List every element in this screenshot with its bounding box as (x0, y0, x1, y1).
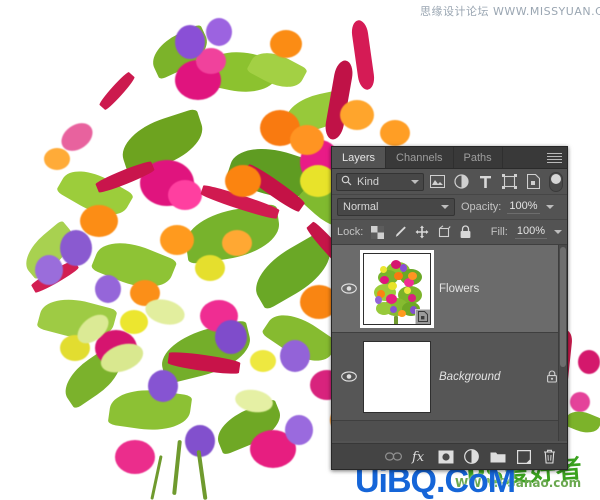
type-layer-filter-icon[interactable] (475, 172, 496, 192)
layer-row-flowers[interactable]: Flowers (332, 245, 567, 333)
svg-text:fx: fx (411, 450, 425, 464)
panel-tab-bar[interactable]: Layers Channels Paths (332, 147, 567, 169)
lock-artboard-nesting-icon[interactable] (436, 225, 451, 240)
tab-channels[interactable]: Channels (386, 147, 454, 168)
add-layer-mask-icon[interactable] (437, 448, 454, 465)
layer-row-background[interactable]: Background (332, 333, 567, 421)
fill-value[interactable]: 100% (514, 225, 547, 239)
eye-visibility-icon[interactable] (338, 371, 360, 382)
fill-chevron-down-icon[interactable] (554, 230, 562, 234)
search-icon (341, 175, 352, 189)
delete-layer-icon[interactable] (541, 448, 558, 465)
blend-mode-select[interactable]: Normal (337, 198, 455, 216)
blend-mode-value: Normal (343, 201, 379, 213)
opacity-label: Opacity: (461, 201, 502, 213)
filter-kind-select[interactable]: Kind (336, 172, 424, 191)
layer-list[interactable]: Flowers Background (332, 245, 567, 441)
chevron-down-icon[interactable] (441, 205, 449, 209)
adjustment-layer-filter-icon[interactable] (451, 172, 472, 192)
lock-all-icon[interactable] (458, 225, 473, 240)
blend-mode-row[interactable]: Normal Opacity: 100% (332, 195, 567, 220)
filter-enable-toggle[interactable] (549, 171, 563, 192)
layer-list-scrollbar[interactable] (558, 245, 567, 441)
layer-name-flowers[interactable]: Flowers (439, 283, 561, 295)
flowers-layer-thumbnail[interactable] (363, 252, 431, 325)
scrollbar-thumb[interactable] (560, 247, 566, 367)
tab-paths[interactable]: Paths (454, 147, 503, 168)
shape-layer-filter-icon[interactable] (499, 172, 520, 192)
fill-label: Fill: (490, 226, 508, 238)
smart-object-filter-icon[interactable] (523, 172, 544, 192)
new-adjustment-layer-icon[interactable] (463, 448, 480, 465)
lock-position-icon[interactable] (414, 225, 429, 240)
pixel-layer-filter-icon[interactable] (427, 172, 448, 192)
layer-name-background[interactable]: Background (439, 371, 543, 383)
chevron-down-icon[interactable] (411, 179, 419, 184)
white-background-thumbnail[interactable] (363, 340, 431, 413)
layers-panel[interactable]: Layers Channels Paths Kind Normal Opacit… (331, 146, 568, 470)
lock-transparency-icon[interactable] (370, 225, 385, 240)
layer-filter-row[interactable]: Kind (332, 169, 567, 195)
new-layer-icon[interactable] (515, 448, 532, 465)
layer-style-fx-icon[interactable]: fx (411, 448, 428, 465)
hamburger-menu-icon[interactable] (547, 151, 562, 165)
layers-panel-toolbar[interactable]: fx (332, 443, 567, 469)
lock-label: Lock: (337, 226, 364, 238)
smart-object-badge-icon (415, 308, 430, 324)
screenshot-root: 思缘设计论坛 WWW.MISSYUAN.COM PS爱好者 WWW.PSahao… (0, 0, 600, 500)
opacity-chevron-down-icon[interactable] (545, 205, 554, 209)
watermark-top: 思缘设计论坛 WWW.MISSYUAN.COM (420, 5, 600, 18)
lock-image-pixels-icon[interactable] (392, 225, 407, 240)
eye-visibility-icon[interactable] (338, 283, 360, 294)
link-layers-icon[interactable] (385, 448, 402, 465)
lock-row[interactable]: Lock: Fill: 100% (332, 220, 567, 245)
opacity-value[interactable]: 100% (507, 200, 540, 214)
new-group-icon[interactable] (489, 448, 506, 465)
tab-layers[interactable]: Layers (332, 147, 387, 168)
filter-kind-label: Kind (357, 175, 380, 188)
